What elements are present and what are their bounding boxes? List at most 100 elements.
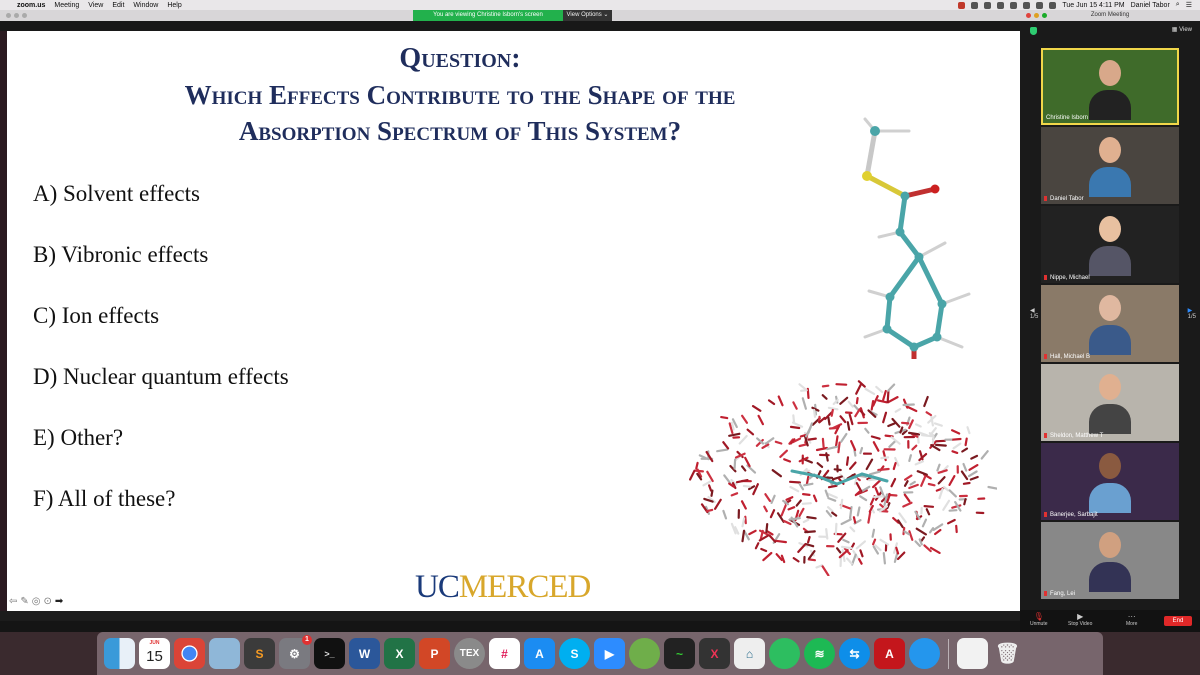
menu-clock[interactable]: Tue Jun 15 4:11 PM bbox=[1062, 2, 1124, 9]
powerpoint-icon[interactable]: P bbox=[419, 638, 450, 669]
answer-f: F) All of these? bbox=[33, 486, 176, 511]
next-slide-icon[interactable]: ➡ bbox=[55, 596, 63, 607]
participant-tile[interactable]: Daniel Tabor bbox=[1041, 127, 1179, 204]
spotlight-search-icon[interactable]: ⌕ bbox=[1176, 1, 1180, 9]
menu-window[interactable]: Window bbox=[133, 2, 158, 9]
evernote-icon[interactable] bbox=[769, 638, 800, 669]
word-icon[interactable]: W bbox=[349, 638, 380, 669]
zoom-subheader: ▦ View bbox=[1020, 21, 1200, 41]
terminal-icon[interactable]: >_ bbox=[314, 638, 345, 669]
security-shield-icon[interactable] bbox=[1030, 27, 1037, 35]
menu-edit[interactable]: Edit bbox=[112, 2, 124, 9]
network-app-icon[interactable] bbox=[629, 638, 660, 669]
bluetooth-tray-icon[interactable] bbox=[997, 1, 1005, 9]
calendar-icon[interactable]: JUN 15 bbox=[139, 638, 170, 669]
recording-tray-icon[interactable] bbox=[958, 1, 966, 9]
participant-tile[interactable]: Fang, Lei bbox=[1041, 522, 1179, 599]
unmute-label: Unmute bbox=[1030, 621, 1048, 627]
system-preferences-icon[interactable]: ⚙ 1 bbox=[279, 635, 312, 669]
dropbox-tray-icon[interactable] bbox=[984, 1, 992, 9]
x11-icon[interactable]: X bbox=[699, 638, 730, 669]
menu-view[interactable]: View bbox=[88, 2, 103, 9]
documents-stack-icon[interactable] bbox=[957, 638, 988, 669]
share-bottom-bar bbox=[0, 621, 1020, 632]
cloud-tray-icon[interactable] bbox=[971, 1, 979, 9]
volume-tray-icon[interactable] bbox=[1023, 1, 1031, 9]
muted-mic-icon: 🎙 bbox=[1033, 612, 1044, 621]
muted-mic-icon bbox=[1044, 275, 1047, 280]
skype-icon[interactable]: S bbox=[559, 638, 590, 669]
participant-body bbox=[1089, 483, 1131, 513]
participant-body bbox=[1089, 404, 1131, 434]
page-indicator-left: 1/5 bbox=[1030, 314, 1039, 320]
stop-video-button[interactable]: ▶ Stop Video bbox=[1068, 612, 1092, 627]
zoom-maximize-button[interactable] bbox=[1042, 13, 1047, 18]
participant-tile[interactable]: Sheldon, Matthew T bbox=[1041, 364, 1179, 441]
molecule-image bbox=[862, 117, 971, 359]
participant-tile[interactable]: Hall, Michael B bbox=[1041, 285, 1179, 362]
previous-page-arrow[interactable]: ◀ 1/5 bbox=[1030, 307, 1038, 320]
slides-overview-icon[interactable]: ◎ bbox=[32, 596, 41, 607]
docker-icon[interactable] bbox=[909, 638, 940, 669]
teamviewer-icon[interactable]: ⇆ bbox=[839, 638, 870, 669]
view-button[interactable]: ▦ View bbox=[1172, 26, 1192, 33]
zoom-window-button[interactable] bbox=[22, 13, 27, 18]
zoom-app-icon[interactable]: ▶ bbox=[594, 638, 625, 669]
page-indicator-right: 1/5 bbox=[1187, 314, 1196, 320]
participant-head bbox=[1099, 374, 1121, 400]
participant-tile[interactable]: Banerjee, Sarbajit bbox=[1041, 443, 1179, 520]
zoom-toolbar: 🎙 Unmute ▶ Stop Video ··· More End bbox=[1020, 610, 1200, 632]
muted-mic-icon bbox=[1044, 196, 1047, 201]
participant-head bbox=[1099, 60, 1121, 86]
sublime-text-icon[interactable]: S bbox=[244, 638, 275, 669]
spotify-icon[interactable]: ≋ bbox=[804, 638, 835, 669]
chrome-icon[interactable] bbox=[174, 638, 205, 669]
zoom-window-title: Zoom Meeting bbox=[1090, 12, 1130, 18]
solvated-system-image bbox=[688, 380, 997, 576]
participant-tile[interactable]: Christine Isborn bbox=[1041, 48, 1179, 125]
slack-icon[interactable]: # bbox=[489, 638, 520, 669]
minimize-window-button[interactable] bbox=[14, 13, 19, 18]
view-options-button[interactable]: View Options ⌄ bbox=[563, 10, 612, 21]
acrobat-icon[interactable]: A bbox=[874, 638, 905, 669]
dock: JUN 15 S ⚙ 1 >_ W X P TEX # A S ▶ ~ X ⌂ ≋ … bbox=[97, 632, 1103, 675]
app-store-icon[interactable]: A bbox=[524, 638, 555, 669]
more-button[interactable]: ··· More bbox=[1126, 612, 1137, 627]
excel-icon[interactable]: X bbox=[384, 638, 415, 669]
slide-left-edge bbox=[0, 31, 7, 611]
muted-mic-icon bbox=[1044, 354, 1047, 359]
participant-tile[interactable]: Nippe, Michael bbox=[1041, 206, 1179, 283]
tex-icon[interactable]: TEX bbox=[454, 638, 485, 669]
participant-video bbox=[1089, 374, 1131, 436]
battery-tray-icon[interactable] bbox=[1049, 1, 1057, 9]
pen-icon[interactable]: ✎ bbox=[20, 596, 28, 607]
unmute-button[interactable]: 🎙 Unmute bbox=[1030, 612, 1048, 627]
vesta-icon[interactable]: ⌂ bbox=[734, 638, 765, 669]
answer-b: B) Vibronic effects bbox=[33, 242, 209, 267]
next-page-arrow[interactable]: ▶ 1/5 bbox=[1188, 307, 1196, 320]
view-options-label: View Options bbox=[566, 12, 602, 18]
zoom-close-button[interactable] bbox=[1026, 13, 1031, 18]
more-options-icon[interactable]: ⊙ bbox=[44, 596, 52, 607]
menu-user[interactable]: Daniel Tabor bbox=[1131, 2, 1170, 9]
participant-name: Nippe, Michael bbox=[1050, 275, 1090, 281]
zoom-minimize-button[interactable] bbox=[1034, 13, 1039, 18]
activity-monitor-icon[interactable]: ~ bbox=[664, 638, 695, 669]
finder-icon[interactable] bbox=[104, 638, 135, 669]
participant-video bbox=[1089, 60, 1131, 122]
preview-icon[interactable] bbox=[209, 638, 240, 669]
menu-app-name[interactable]: zoom.us bbox=[17, 2, 45, 9]
close-window-button[interactable] bbox=[6, 13, 11, 18]
answer-e: E) Other? bbox=[33, 425, 124, 450]
participant-name: Christine Isborn bbox=[1046, 115, 1089, 121]
time-machine-tray-icon[interactable] bbox=[1010, 1, 1018, 9]
menu-help[interactable]: Help bbox=[167, 2, 181, 9]
end-meeting-button[interactable]: End bbox=[1164, 616, 1192, 626]
previous-slide-icon[interactable]: ⇦ bbox=[9, 596, 17, 607]
trash-icon[interactable]: 🗑 bbox=[992, 638, 1023, 669]
viewing-banner: You are viewing Christine Isborn's scree… bbox=[413, 10, 563, 21]
notification-center-icon[interactable]: ☰ bbox=[1186, 1, 1192, 9]
menu-meeting[interactable]: Meeting bbox=[54, 2, 79, 9]
wifi-tray-icon[interactable] bbox=[1036, 1, 1044, 9]
answer-c: C) Ion effects bbox=[33, 303, 160, 328]
